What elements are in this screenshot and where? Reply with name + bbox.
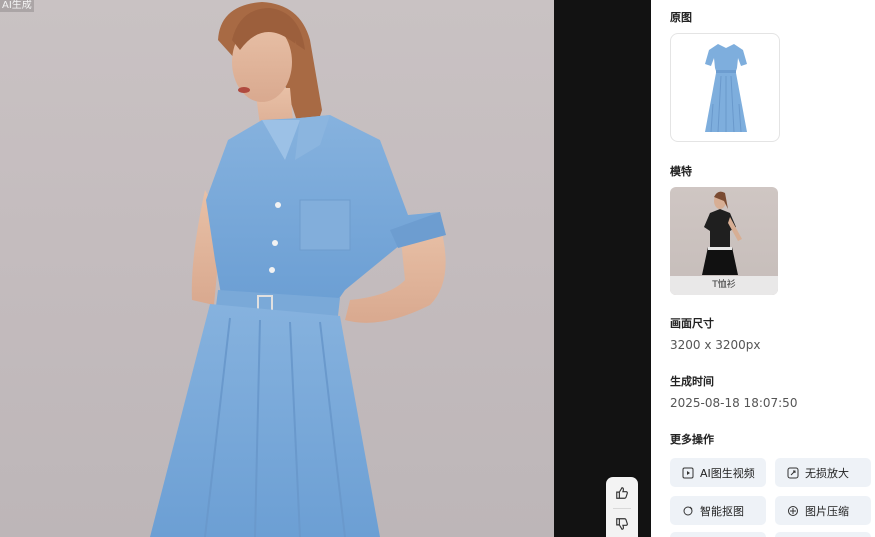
lossless-upscale-button[interactable]: 无损放大 — [775, 458, 871, 487]
ai-image-to-video-label: AI图生视频 — [700, 466, 755, 480]
image-compress-label: 图片压缩 — [805, 504, 849, 518]
thumbs-up-icon[interactable] — [612, 483, 632, 503]
size-value: 3200 x 3200px — [670, 338, 761, 352]
image-stage: AI生成 — [0, 0, 651, 537]
ai-generated-badge: AI生成 — [0, 0, 34, 12]
upscale-icon — [787, 467, 799, 478]
ai-image-to-video-button[interactable]: AI图生视频 — [670, 458, 766, 487]
compress-icon — [788, 505, 798, 516]
feedback-bar — [606, 477, 638, 537]
model-title: 模特 — [670, 165, 692, 178]
feedback-divider — [613, 508, 631, 509]
generated-image[interactable]: AI生成 — [0, 0, 554, 537]
image-compress-button[interactable]: 图片压缩 — [775, 496, 871, 525]
detail-panel: 原图 模特 T恤衫 画面尺寸 3200 x 3200px 生成时间 2025-0… — [651, 0, 875, 537]
more-actions-title: 更多操作 — [670, 433, 714, 446]
model-caption: T恤衫 — [670, 276, 778, 295]
dress-product-image — [705, 44, 747, 133]
thumbs-down-icon[interactable] — [612, 514, 632, 534]
model-thumbnail[interactable]: T恤衫 — [670, 187, 778, 295]
lossless-upscale-label: 无损放大 — [805, 466, 849, 480]
time-value: 2025-08-18 18:07:50 — [670, 396, 798, 410]
smart-cutout-button[interactable]: 智能抠图 — [670, 496, 766, 525]
original-thumbnail[interactable] — [670, 33, 780, 142]
time-title: 生成时间 — [670, 375, 714, 388]
size-title: 画面尺寸 — [670, 317, 714, 330]
more-action-button-partial[interactable] — [775, 532, 871, 537]
more-action-button-partial[interactable] — [670, 532, 766, 537]
video-icon — [682, 467, 694, 478]
cutout-icon — [683, 506, 693, 515]
smart-cutout-label: 智能抠图 — [700, 504, 744, 518]
original-title: 原图 — [670, 11, 692, 24]
model-photo — [150, 2, 446, 537]
